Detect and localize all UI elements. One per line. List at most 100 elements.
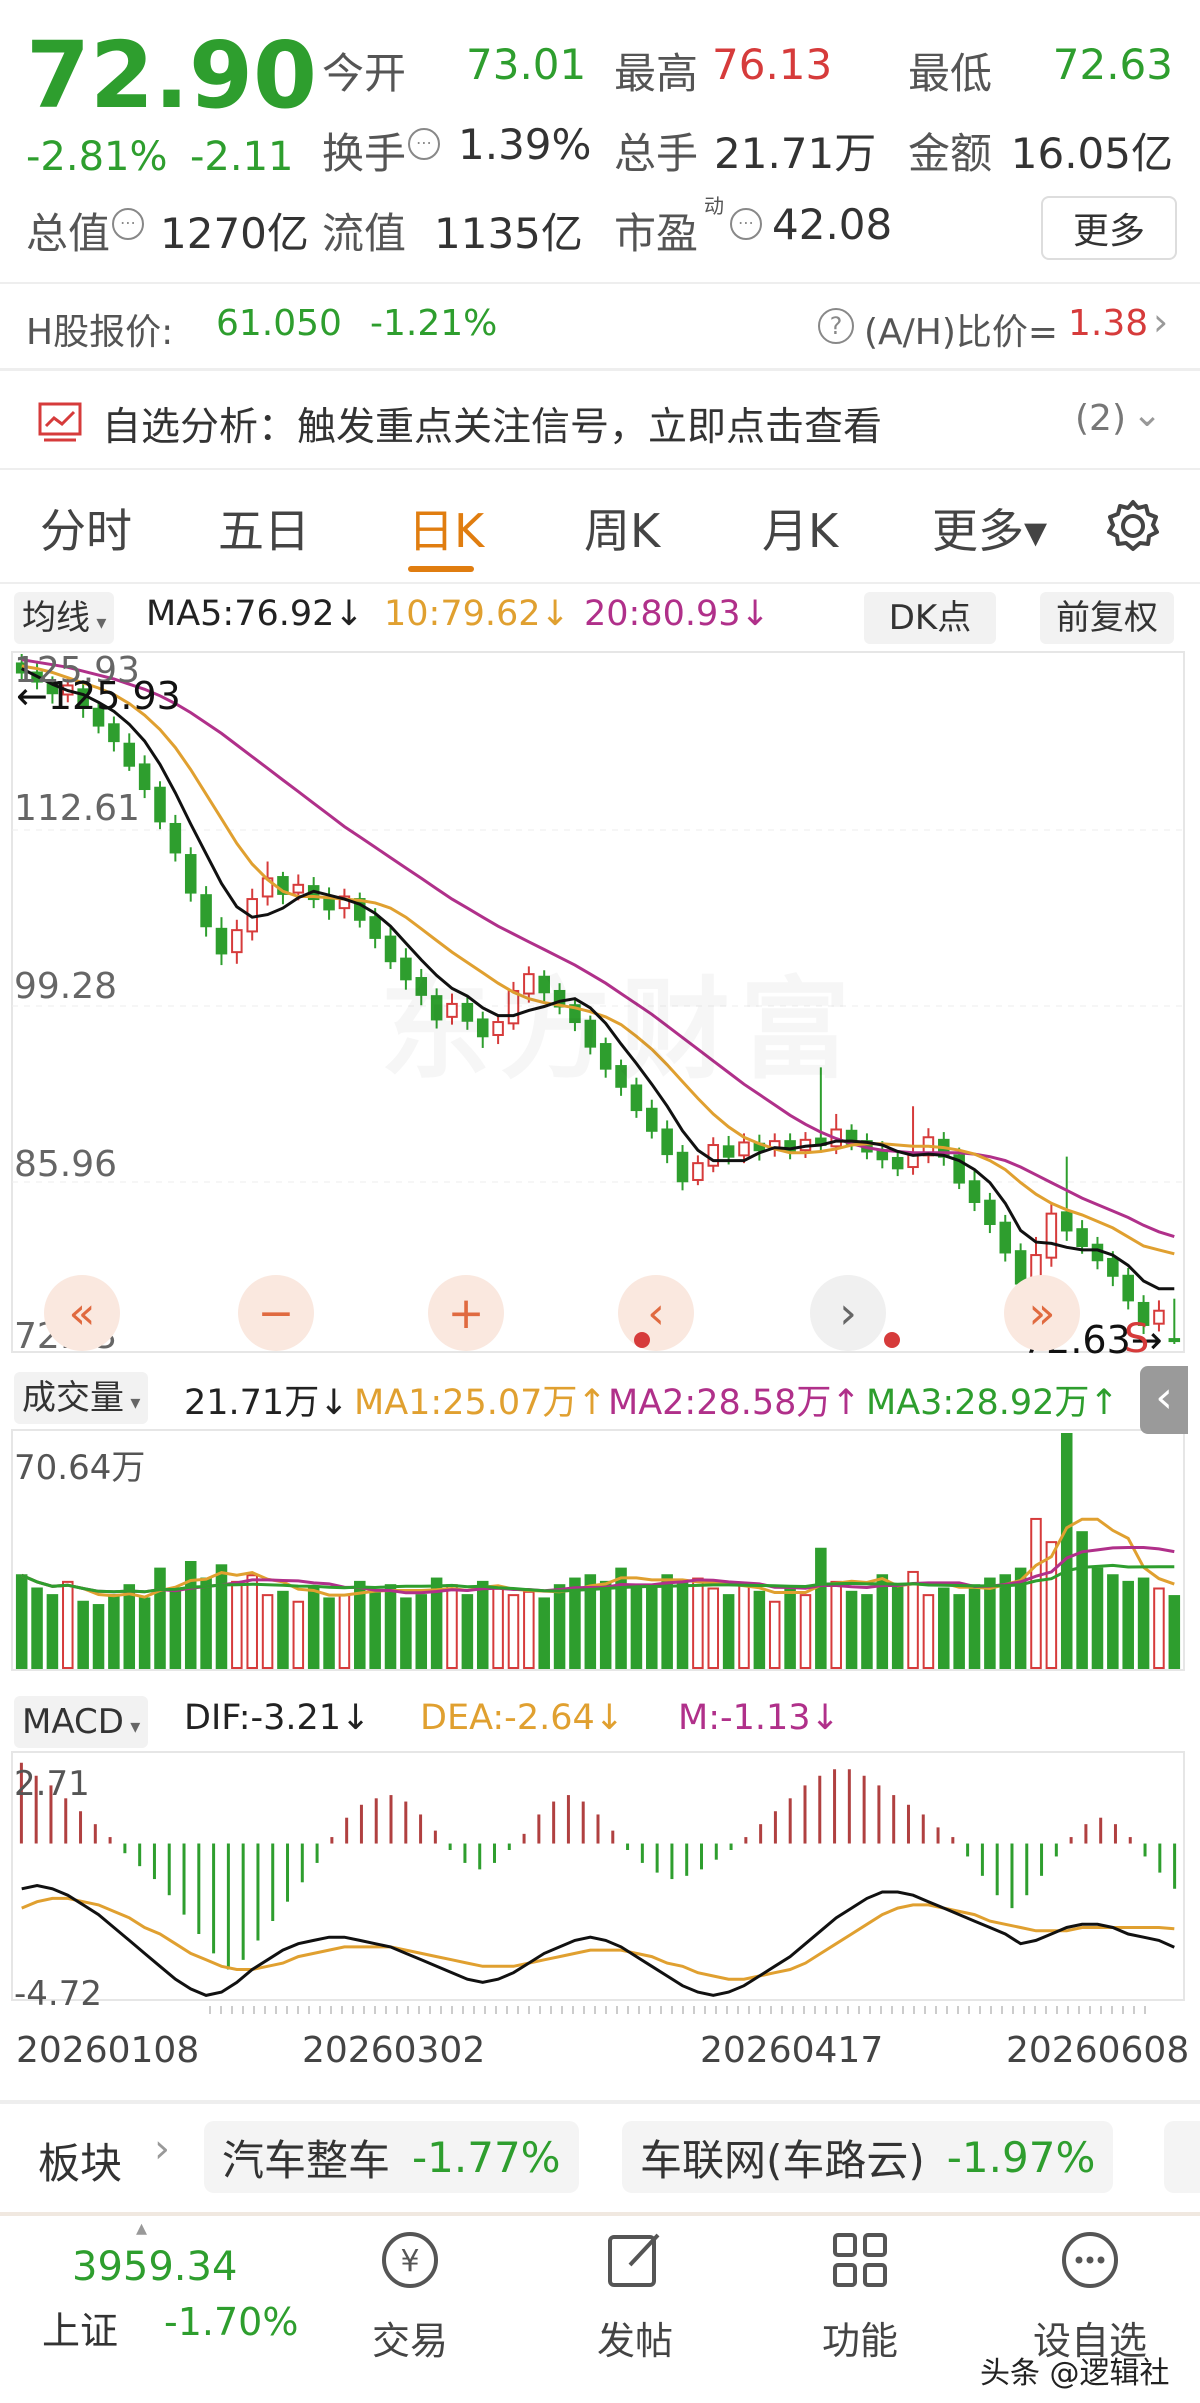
candle-body — [1076, 1228, 1088, 1248]
volume-bar — [138, 1597, 151, 1670]
volume-bar — [1030, 1517, 1042, 1670]
volume-ma3: MA3:28.92万↑ — [866, 1383, 1119, 1423]
tab-1[interactable]: 分时 — [40, 495, 132, 561]
candle-body — [1060, 1211, 1073, 1232]
nav-functions[interactable]: 功能 — [800, 2225, 920, 2365]
stat-value: 1270亿 — [160, 209, 309, 258]
info-icon[interactable]: ⋯ — [112, 208, 144, 240]
candle-body — [1045, 1212, 1058, 1259]
sector-label[interactable]: 板块 — [38, 2130, 122, 2191]
tab-4[interactable]: 周K — [584, 495, 660, 561]
volume-bar — [676, 1580, 689, 1670]
macd-bottom: -4.72 — [14, 1974, 102, 2014]
chevron-right-icon[interactable]: › — [1153, 300, 1168, 344]
macd-dif: DIF:-3.21↓ — [184, 1698, 371, 1738]
volume-bar — [738, 1584, 750, 1669]
stat-label: 换手 — [322, 129, 407, 178]
gear-icon[interactable] — [1105, 498, 1161, 554]
scroll-start-button[interactable]: « — [44, 1275, 120, 1351]
candle-body — [231, 929, 243, 954]
analysis-banner[interactable]: 自选分析：触发重点关注信号，立即点击查看 (2) ⌄ — [0, 372, 1200, 468]
zoom-in-button[interactable]: + — [428, 1275, 504, 1351]
volume-bar — [1060, 1433, 1073, 1669]
dk-point-button[interactable]: DK点 — [864, 592, 996, 644]
volume-selector[interactable]: 成交量 ▾ — [14, 1372, 149, 1424]
stat-label: 金额 — [908, 129, 993, 178]
volume-bar — [1153, 1587, 1165, 1669]
volume-bar — [891, 1584, 904, 1669]
stat-value: 1135亿 — [434, 209, 583, 258]
volume-bar — [200, 1577, 212, 1670]
last-price: 72.90 — [26, 22, 318, 129]
tab-5[interactable]: 月K — [762, 495, 838, 561]
macd-m: M:-1.13↓ — [678, 1698, 840, 1738]
volume-bar — [46, 1594, 59, 1669]
chevron-down-icon[interactable]: ⌄ — [1132, 394, 1162, 435]
tab-underline — [408, 566, 474, 572]
volume-bar — [830, 1580, 842, 1670]
candle-body — [154, 786, 166, 823]
tab-2[interactable]: 五日 — [218, 495, 310, 561]
side-panel-toggle[interactable]: ‹ — [1140, 1366, 1188, 1434]
marker-dot — [634, 1332, 650, 1348]
more-button[interactable]: 更多 — [1041, 196, 1177, 260]
change-percent: -2.81% — [26, 134, 168, 180]
volume-bar — [999, 1574, 1012, 1670]
scroll-end-button[interactable]: » — [1004, 1275, 1080, 1351]
candle-body — [661, 1128, 673, 1156]
macd-selector[interactable]: MACD ▾ — [14, 1696, 149, 1748]
sell-marker: S — [1124, 1316, 1150, 1362]
index-widget[interactable]: ▴ 3959.34 上证 -1.70% — [0, 2216, 300, 2403]
nav-add-watchlist[interactable]: 设自选 — [1020, 2225, 1160, 2365]
volume-bar — [799, 1594, 812, 1669]
sector-chip-partial[interactable] — [1164, 2121, 1200, 2193]
volume-bar — [92, 1604, 105, 1670]
nav-post[interactable]: 发帖 — [575, 2225, 695, 2365]
stat-value: 42.08 — [772, 200, 893, 249]
ma-selector[interactable]: 均线 ▾ — [14, 592, 115, 644]
nav-trade[interactable]: ¥ 交易 — [350, 2225, 470, 2365]
volume-bar — [1122, 1580, 1134, 1670]
stat-label: 今开 — [322, 49, 407, 98]
volume-bar — [523, 1590, 535, 1669]
sector-chip[interactable]: 车联网(车路云) -1.97% — [622, 2121, 1114, 2193]
volume-bar — [876, 1574, 889, 1670]
tab-6[interactable]: 更多▾ — [932, 495, 1047, 561]
volume-bar — [661, 1574, 673, 1670]
volume-bar — [707, 1587, 720, 1669]
info-icon[interactable]: ⋯ — [408, 128, 440, 160]
dk-point-label: DK点 — [888, 598, 972, 638]
date-label: 20260302 — [302, 2030, 486, 2071]
kline-watermark: 东方财富 — [380, 940, 860, 1100]
volume-ma1: MA1:25.07万↑ — [354, 1383, 607, 1423]
nav-functions-label: 功能 — [821, 2319, 898, 2363]
tab-3[interactable]: 日K — [408, 495, 484, 561]
prev-button[interactable]: ‹ — [618, 1275, 694, 1351]
candle-body — [215, 927, 228, 955]
ah-ratio-label: (A/H)比价= — [864, 312, 1059, 353]
candle-body — [169, 822, 182, 854]
stock-charts[interactable] — [0, 650, 1200, 2070]
volume-bar — [984, 1577, 996, 1670]
volume-bar — [538, 1597, 550, 1670]
marker-dot — [884, 1332, 900, 1348]
zoom-out-button[interactable]: − — [238, 1275, 314, 1351]
volume-selector-label: 成交量 — [22, 1378, 124, 1418]
svg-text:¥: ¥ — [400, 2244, 419, 2279]
stat-sup: 动 — [704, 194, 724, 218]
volume-current: 21.71万↓ — [184, 1383, 349, 1423]
hshare-change: -1.21% — [370, 303, 498, 344]
info-icon[interactable]: ⋯ — [730, 208, 762, 240]
adjust-button[interactable]: 前复权 — [1040, 592, 1174, 644]
sector-chip[interactable]: 汽车整车 -1.77% — [204, 2121, 579, 2193]
price-axis-label: 85.96 — [14, 1144, 118, 1185]
next-button[interactable]: › — [810, 1275, 886, 1351]
hshare-price: 61.050 — [216, 303, 342, 344]
source-watermark: 头条 @逻辑社 — [980, 2356, 1170, 2391]
candle-body — [1168, 1338, 1181, 1343]
volume-bar — [307, 1587, 320, 1669]
caret-up-icon: ▴ — [136, 2216, 148, 2241]
adjust-label: 前复权 — [1056, 598, 1158, 638]
candle-body — [984, 1199, 996, 1225]
help-icon[interactable]: ? — [818, 308, 854, 344]
